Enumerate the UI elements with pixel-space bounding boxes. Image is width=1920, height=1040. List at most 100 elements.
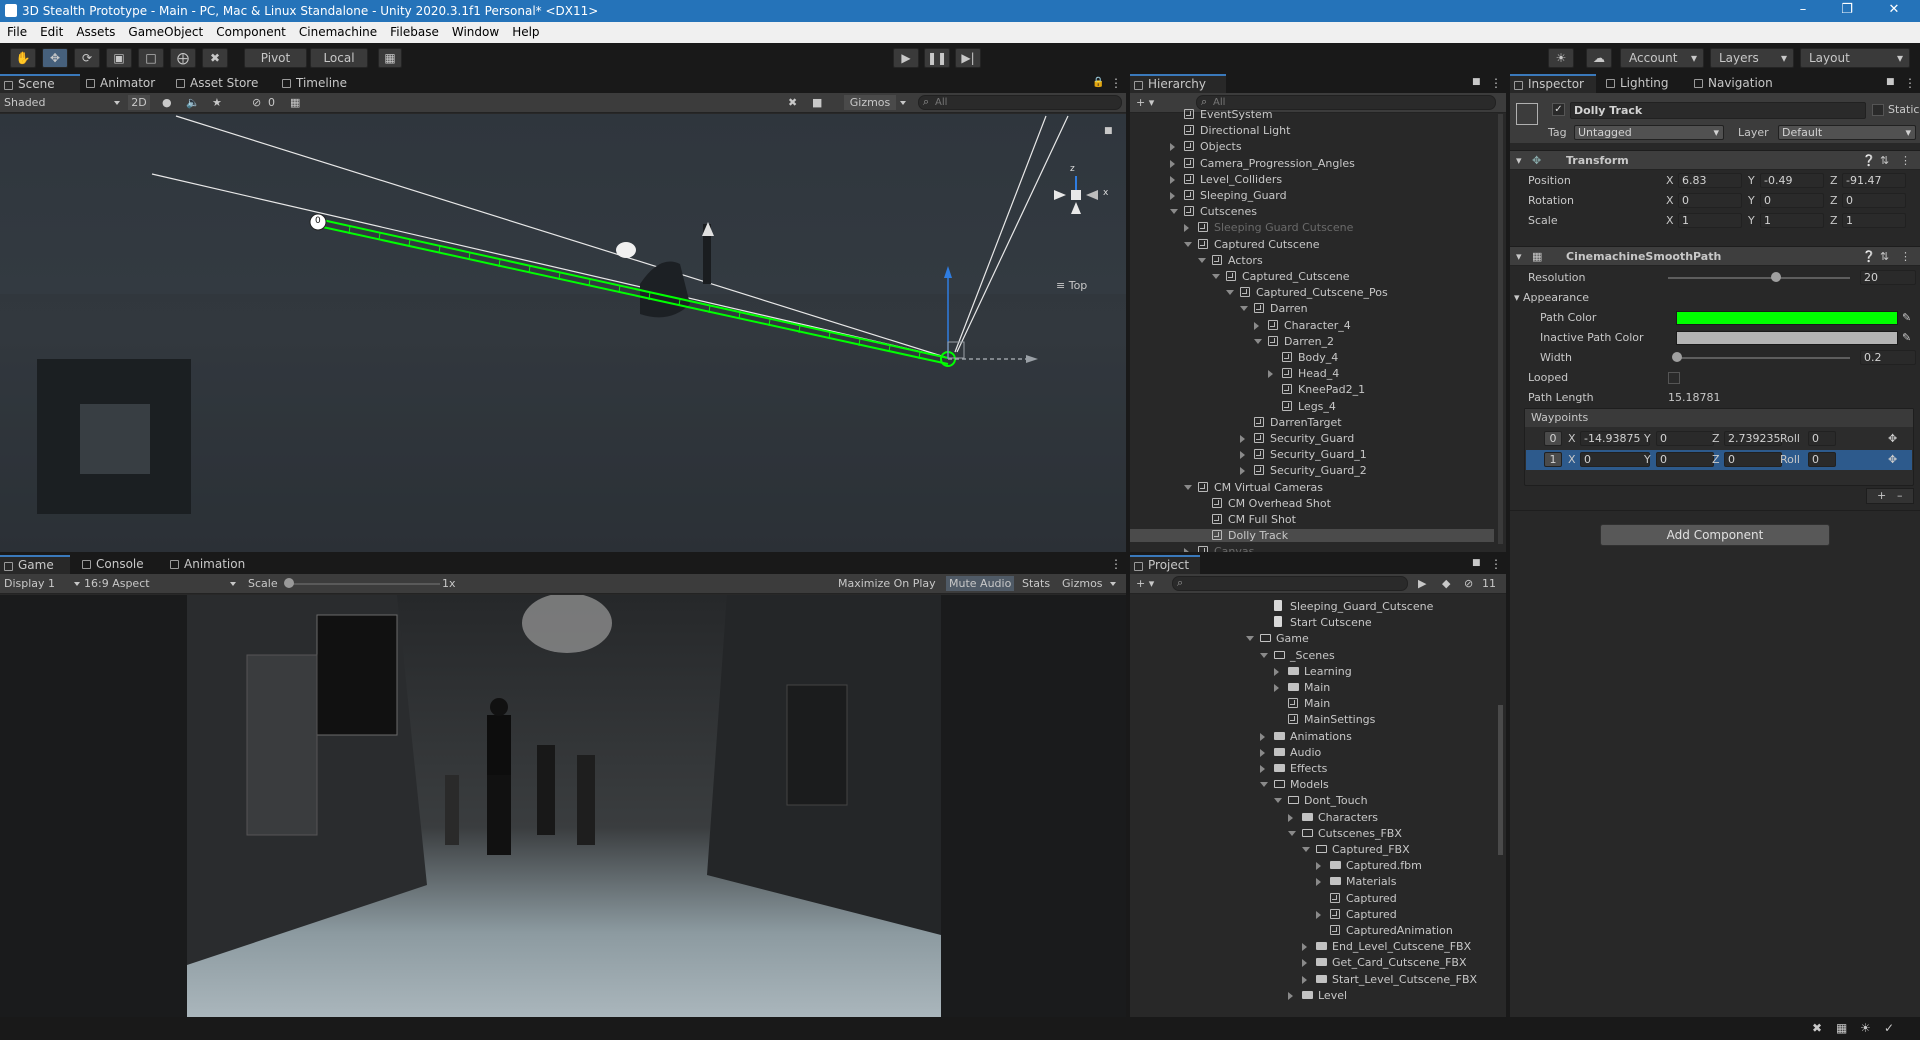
gizmos-dropdown[interactable]: Gizmos — [844, 95, 906, 110]
lock-icon[interactable]: ■ — [1472, 77, 1481, 87]
hierarchy-row[interactable]: Captured_Cutscene — [1130, 270, 1494, 283]
more-icon[interactable]: ⋮ — [1490, 76, 1502, 90]
transform-header[interactable]: ▾ ✥ Transform ❔ ⇅ ⋮ — [1510, 150, 1920, 170]
scale-z-field[interactable]: 1 — [1842, 213, 1906, 228]
bug-icon[interactable]: ✖ — [1812, 1021, 1822, 1035]
cloud-icon[interactable]: ☁ — [1586, 48, 1612, 68]
menu-cinemachine[interactable]: Cinemachine — [292, 22, 383, 39]
project-row[interactable]: Learning — [1130, 665, 1494, 678]
hierarchy-row[interactable]: Darren — [1130, 302, 1494, 315]
project-search-input[interactable] — [1172, 576, 1408, 591]
layers-dropdown[interactable]: Layers ▾ — [1710, 48, 1794, 68]
hierarchy-row[interactable]: Security_Guard_2 — [1130, 464, 1494, 477]
project-row[interactable]: Captured — [1130, 908, 1494, 921]
hierarchy-row[interactable]: Actors — [1130, 254, 1494, 267]
collapse-arrow-icon[interactable] — [1260, 748, 1265, 757]
expand-arrow-icon[interactable] — [1260, 782, 1268, 788]
smooth-path-header[interactable]: ▾ ▦ CinemachineSmoothPath ❔ ⇅ ⋮ — [1510, 246, 1920, 266]
hierarchy-scrollbar[interactable] — [1498, 114, 1503, 544]
lock-icon[interactable]: ■ — [1886, 77, 1895, 87]
project-row[interactable]: End_Level_Cutscene_FBX — [1130, 940, 1494, 953]
waypoint-y-field[interactable]: 0 — [1656, 431, 1714, 446]
collapse-arrow-icon[interactable] — [1184, 224, 1189, 233]
project-row[interactable]: _Scenes — [1130, 649, 1494, 662]
hierarchy-row[interactable]: Captured Cutscene — [1130, 238, 1494, 251]
expand-arrow-icon[interactable] — [1246, 636, 1254, 642]
project-row[interactable]: Main — [1130, 681, 1494, 694]
account-dropdown[interactable]: Account ▾ — [1620, 48, 1704, 68]
hierarchy-row[interactable]: Sleeping Guard Cutscene — [1130, 221, 1494, 234]
scene-search-input[interactable]: All — [918, 95, 1122, 110]
menu-gameobject[interactable]: GameObject — [121, 22, 209, 39]
project-row[interactable]: MainSettings — [1130, 713, 1494, 726]
auto-generate-lighting-icon[interactable]: ☀ — [1860, 1021, 1871, 1035]
hand-tool-icon[interactable]: ✋ — [10, 48, 36, 68]
local-toggle[interactable]: Local — [310, 48, 368, 68]
tab-lighting[interactable]: Lighting — [1602, 74, 1678, 93]
tab-hierarchy[interactable]: Hierarchy — [1130, 74, 1226, 93]
rotation-x-field[interactable]: 0 — [1678, 193, 1742, 208]
waypoint-y-field[interactable]: 0 — [1656, 452, 1714, 467]
collapse-arrow-icon[interactable] — [1254, 321, 1259, 330]
project-row[interactable]: Audio — [1130, 746, 1494, 759]
shading-dropdown[interactable]: Shaded — [4, 95, 120, 110]
collapse-arrow-icon[interactable] — [1288, 813, 1293, 822]
tab-scene[interactable]: Scene — [0, 74, 80, 93]
eyedropper-icon[interactable]: ✎ — [1902, 310, 1911, 325]
project-row[interactable]: Captured — [1130, 892, 1494, 905]
rotation-z-field[interactable]: 0 — [1842, 193, 1906, 208]
collapse-arrow-icon[interactable] — [1274, 684, 1279, 692]
play-icon[interactable]: ▶ — [893, 48, 919, 68]
project-row[interactable]: Captured.fbm — [1130, 859, 1494, 872]
collab-icon[interactable]: ☀ — [1548, 48, 1574, 68]
layer-dropdown[interactable]: Default ▾ — [1778, 125, 1916, 140]
resolution-field[interactable]: 20 — [1860, 270, 1916, 285]
hierarchy-row[interactable]: Camera_Progression_Angles — [1130, 157, 1494, 170]
tab-navigation[interactable]: Navigation — [1690, 74, 1782, 93]
collapse-arrow-icon[interactable] — [1268, 370, 1273, 379]
expand-arrow-icon[interactable] — [1170, 209, 1178, 215]
hierarchy-row[interactable]: Canvas — [1130, 545, 1494, 552]
transform-tool-icon[interactable]: ⨁ — [170, 48, 196, 68]
audio-toggle-icon[interactable]: 🔈 — [186, 95, 200, 110]
hierarchy-row[interactable]: EventSystem — [1130, 108, 1494, 121]
hierarchy-row[interactable]: KneePad2_1 — [1130, 383, 1494, 396]
project-row[interactable]: CapturedAnimation — [1130, 924, 1494, 937]
hierarchy-row[interactable]: Security_Guard_1 — [1130, 448, 1494, 461]
maximize-icon[interactable]: ❐ — [1825, 0, 1869, 22]
mute-audio-toggle[interactable]: Mute Audio — [946, 576, 1015, 591]
lock-icon[interactable]: ■ — [1472, 558, 1481, 568]
collapse-arrow-icon[interactable] — [1170, 159, 1175, 168]
width-field[interactable]: 0.2 — [1860, 350, 1916, 365]
collapse-arrow-icon[interactable] — [1240, 467, 1245, 476]
grid-snap-icon[interactable]: ▦ — [378, 48, 402, 68]
foldout-arrow-icon[interactable]: ▾ — [1516, 249, 1522, 264]
lock-icon[interactable]: 🔒 — [1092, 77, 1104, 88]
hierarchy-row[interactable]: Character_4 — [1130, 319, 1494, 332]
collapse-arrow-icon[interactable] — [1316, 862, 1321, 871]
hierarchy-row[interactable]: DarrenTarget — [1130, 416, 1494, 429]
project-row[interactable]: Get_Card_Cutscene_FBX — [1130, 956, 1494, 969]
move-tool-icon[interactable]: ✥ — [42, 48, 68, 68]
waypoint-z-field[interactable]: 0 — [1724, 452, 1782, 467]
project-row[interactable]: Cutscenes_FBX — [1130, 827, 1494, 840]
width-slider-thumb[interactable] — [1672, 352, 1682, 362]
collapse-arrow-icon[interactable] — [1260, 732, 1265, 741]
tab-timeline[interactable]: Timeline — [278, 74, 358, 93]
path-color-swatch[interactable] — [1676, 311, 1898, 325]
game-gizmos-dropdown[interactable]: Gizmos — [1062, 576, 1116, 591]
collapse-arrow-icon[interactable] — [1302, 975, 1307, 984]
project-row[interactable]: Level — [1130, 989, 1494, 1002]
rotation-y-field[interactable]: 0 — [1760, 193, 1824, 208]
more-icon[interactable]: ⋮ — [1490, 557, 1502, 571]
project-row[interactable]: Main — [1130, 697, 1494, 710]
step-icon[interactable]: ▶| — [955, 48, 981, 68]
grid-icon[interactable]: ▦ — [290, 95, 300, 110]
aspect-dropdown[interactable]: 16:9 Aspect — [84, 576, 236, 591]
waypoint-row[interactable]: 0 X -14.93875 Y 0 Z 2.739235 Roll 0 ✥ — [1526, 429, 1912, 449]
project-scrollbar[interactable] — [1498, 705, 1503, 855]
hierarchy-row[interactable]: Objects — [1130, 140, 1494, 153]
add-waypoint-button[interactable]: + — [1877, 488, 1886, 503]
position-x-field[interactable]: 6.83 — [1678, 173, 1742, 188]
collapse-arrow-icon[interactable] — [1302, 943, 1307, 952]
